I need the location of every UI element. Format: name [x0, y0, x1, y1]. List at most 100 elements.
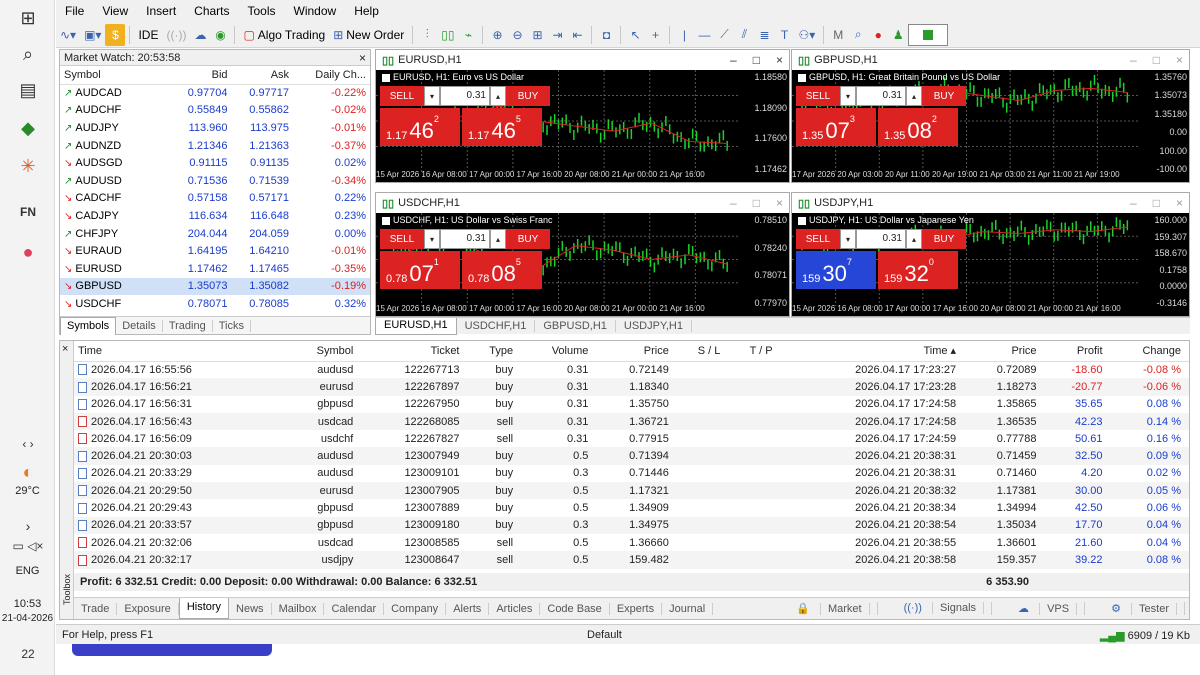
metaquotes-icon[interactable]: M: [828, 24, 848, 46]
chart-menu-icon[interactable]: [798, 73, 806, 82]
col-daily-change[interactable]: Daily Ch...: [293, 66, 370, 85]
tab-trading[interactable]: Trading: [163, 319, 213, 332]
volume-icon[interactable]: ▭ ◁×: [8, 532, 48, 560]
menu-view[interactable]: View: [93, 4, 137, 18]
market-watch-row[interactable]: ↗ AUDJPY 113.960 113.975 -0.01%: [60, 119, 370, 137]
toolbox-tab-company[interactable]: Company: [384, 602, 447, 615]
close-icon[interactable]: ×: [776, 196, 783, 210]
toolbox-link-signals[interactable]: ((·)) Signals: [890, 602, 993, 615]
app-fn-icon[interactable]: FN: [8, 198, 48, 226]
history-col[interactable]: Time: [74, 341, 287, 362]
signal-icon[interactable]: ((·)): [162, 24, 190, 46]
app-icon[interactable]: ◆: [8, 114, 48, 142]
vertical-line-icon[interactable]: |: [674, 24, 694, 46]
buy-button[interactable]: BUY: [922, 86, 966, 106]
account-icon[interactable]: ♟: [888, 24, 908, 46]
new-order-button[interactable]: ⊞ New Order: [329, 24, 408, 46]
market-watch-row[interactable]: ↘ CADCHF 0.57158 0.57171 0.22%: [60, 190, 370, 208]
history-col[interactable]: Price: [596, 341, 677, 362]
history-row[interactable]: 2026.04.21 20:33:29 audusd 123009101 buy 0.3…: [74, 465, 1189, 482]
chevron-up-icon[interactable]: ▴: [490, 86, 506, 106]
fibonacci-icon[interactable]: ≣: [754, 24, 774, 46]
chart-tab-gbpusd[interactable]: GBPUSD,H1: [535, 320, 616, 332]
dollar-icon[interactable]: $: [105, 23, 126, 46]
chart-window-titlebar[interactable]: ▯▯ USDCHF,H1 – □ ×: [376, 193, 789, 213]
volume-input[interactable]: 0.31: [440, 229, 490, 249]
text-icon[interactable]: T: [774, 24, 794, 46]
toolbox-tab-news[interactable]: News: [229, 602, 272, 615]
history-col[interactable]: Volume: [521, 341, 597, 362]
sell-button[interactable]: SELL: [380, 229, 424, 249]
minimize-icon[interactable]: –: [730, 196, 737, 210]
history-row[interactable]: 2026.04.21 20:29:43 gbpusd 123007889 buy 0.5…: [74, 499, 1189, 516]
sell-price[interactable]: 1.35 07 3: [796, 108, 876, 146]
zoom-out-icon[interactable]: ⊖: [507, 24, 527, 46]
toolbox-tab-code-base[interactable]: Code Base: [540, 602, 610, 615]
camera-icon[interactable]: ◘: [596, 24, 616, 46]
market-watch-row[interactable]: ↘ AUDSGD 0.91115 0.91135 0.02%: [60, 154, 370, 172]
chart-tab-usdchf[interactable]: USDCHF,H1: [457, 320, 536, 332]
buy-button[interactable]: BUY: [506, 86, 550, 106]
history-col[interactable]: Symbol: [286, 341, 362, 362]
windows-start-icon[interactable]: ⊞: [8, 4, 48, 32]
history-col[interactable]: Ticket: [361, 341, 468, 362]
toolbox-tab-experts[interactable]: Experts: [610, 602, 663, 615]
chart-canvas[interactable]: EURUSD, H1: Euro vs US Dollar SELL ▾ 0.31 ▴ B…: [376, 70, 789, 182]
buy-price[interactable]: 0.78 08 5: [462, 251, 542, 289]
algo-trading-button[interactable]: ▢ Algo Trading: [239, 24, 329, 46]
channel-icon[interactable]: ⫽: [734, 24, 754, 46]
buy-price[interactable]: 159 32 0: [878, 251, 958, 289]
history-row[interactable]: 2026.04.21 20:32:06 usdcad 123008585 sell 0.…: [74, 534, 1189, 551]
market-watch-row[interactable]: ↘ EURUSD 1.17462 1.17465 -0.35%: [60, 260, 370, 278]
market-watch-row[interactable]: ↘ EURAUD 1.64195 1.64210 -0.01%: [60, 242, 370, 260]
shapes-icon[interactable]: ⚇▾: [794, 24, 819, 46]
globe-icon[interactable]: ◉: [210, 24, 230, 46]
close-icon[interactable]: ×: [1176, 53, 1183, 67]
history-row[interactable]: 2026.04.21 20:33:57 gbpusd 123009180 buy 0.3…: [74, 516, 1189, 534]
trendline-icon[interactable]: ⟋: [714, 24, 734, 46]
chevron-up-icon[interactable]: ▴: [906, 86, 922, 106]
menu-file[interactable]: File: [56, 4, 93, 18]
chart-window-titlebar[interactable]: ▯▯ USDJPY,H1 – □ ×: [792, 193, 1189, 213]
market-watch-row[interactable]: ↘ GBPUSD 1.35073 1.35082 -0.19%: [60, 277, 370, 296]
market-watch-row[interactable]: ↗ CHFJPY 204.044 204.059 0.00%: [60, 225, 370, 243]
chart-tab-eurusd[interactable]: EURUSD,H1: [375, 317, 457, 335]
volume-input[interactable]: 0.31: [856, 86, 906, 106]
market-watch-row[interactable]: ↘ USDCHF 0.78071 0.78085 0.32%: [60, 295, 370, 313]
toolbox-tab-journal[interactable]: Journal: [662, 602, 714, 615]
maximize-icon[interactable]: □: [1153, 196, 1160, 210]
toolbox-link-vps[interactable]: ☁ VPS: [1004, 602, 1086, 615]
toolbox-tab-exposure[interactable]: Exposure: [117, 602, 179, 615]
cursor-icon[interactable]: ↖: [625, 24, 645, 46]
menu-insert[interactable]: Insert: [137, 4, 185, 18]
chart-canvas[interactable]: USDJPY, H1: US Dollar vs Japanese Yen SEL…: [792, 213, 1189, 316]
toolbox-tab-trade[interactable]: Trade: [74, 602, 118, 615]
col-symbol[interactable]: Symbol: [60, 66, 170, 85]
chart-window-titlebar[interactable]: ▯▯ GBPUSD,H1 – □ ×: [792, 50, 1189, 70]
tab-ticks[interactable]: Ticks: [213, 319, 251, 332]
chart-menu-icon[interactable]: [798, 216, 806, 225]
status-profile[interactable]: Default: [587, 629, 622, 641]
chart-window-titlebar[interactable]: ▯▯ EURUSD,H1 – □ ×: [376, 50, 789, 70]
sell-button[interactable]: SELL: [796, 229, 840, 249]
tab-symbols[interactable]: Symbols: [60, 316, 117, 335]
history-col[interactable]: Change: [1110, 341, 1189, 362]
col-ask[interactable]: Ask: [231, 66, 294, 85]
history-row[interactable]: 2026.04.17 16:56:09 usdchf 122267827 sell 0.…: [74, 430, 1189, 447]
maximize-icon[interactable]: □: [753, 196, 760, 210]
crosshair-icon[interactable]: +: [645, 24, 665, 46]
notifications-icon[interactable]: ●: [868, 24, 888, 46]
history-col[interactable]: T / P: [728, 341, 781, 362]
history-row[interactable]: 2026.04.17 16:56:43 usdcad 122268085 sell 0.…: [74, 412, 1189, 431]
sell-price[interactable]: 159 30 7: [796, 251, 876, 289]
close-icon[interactable]: ×: [359, 50, 366, 66]
taskbar-arrows-icon[interactable]: ‹ ›: [8, 430, 48, 458]
chevron-down-icon[interactable]: ▾: [424, 86, 440, 106]
close-icon[interactable]: ×: [1176, 196, 1183, 210]
menu-tools[interactable]: Tools: [239, 4, 285, 18]
history-row[interactable]: 2026.04.21 20:29:50 eurusd 123007905 buy 0.5…: [74, 482, 1189, 500]
task-view-icon[interactable]: ▤: [8, 76, 48, 104]
chart-menu-icon[interactable]: [382, 216, 390, 225]
app-sun-icon[interactable]: ✳: [8, 152, 48, 180]
chevron-down-icon[interactable]: ▾: [424, 229, 440, 249]
